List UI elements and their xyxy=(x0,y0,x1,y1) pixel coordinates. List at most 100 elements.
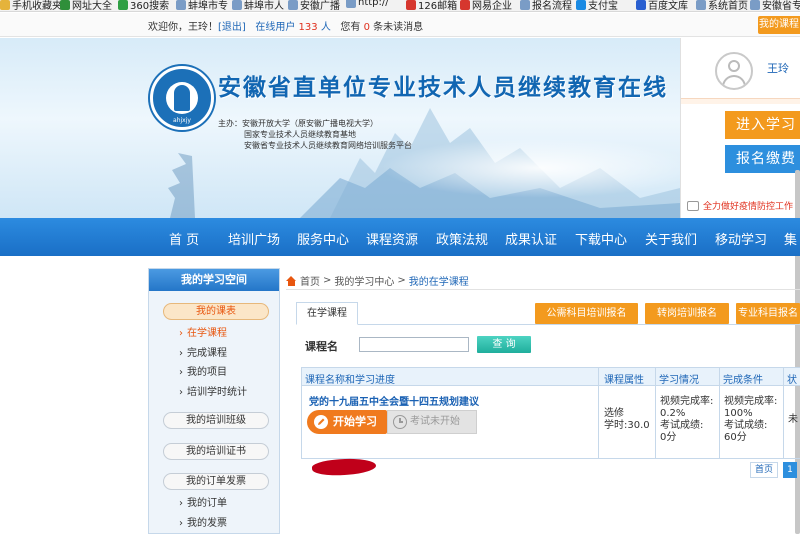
bookmark-item[interactable]: 支付宝 xyxy=(576,0,618,11)
start-learning-button[interactable]: 开始学习 xyxy=(307,410,387,434)
bookmark-item[interactable]: 百度文库 xyxy=(636,0,688,11)
bookmark-label: 网址大全 xyxy=(72,1,112,12)
breadcrumb-separator: > xyxy=(323,275,332,286)
online-users-count: 133 xyxy=(298,22,318,33)
folder-icon xyxy=(0,0,10,10)
breadcrumb-home[interactable]: 首页 xyxy=(300,273,320,288)
pagination-page-1[interactable]: 1 xyxy=(783,462,797,478)
column-header-course: 课程名称和学习进度 xyxy=(305,375,395,386)
search-button[interactable]: 查 询 xyxy=(477,336,531,353)
site-logo[interactable]: ahjxjy xyxy=(150,66,214,130)
main-nav: 首 页 培训广场 服务中心 课程资源 政策法规 成果认证 下载中心 关于我们 移动学习集 xyxy=(0,218,800,256)
video-progress-value: 0.2% xyxy=(660,408,686,419)
notice-bar[interactable]: 全力做好疫情防控工作 xyxy=(687,199,793,212)
sidebar-item-label: 完成课程 xyxy=(187,348,227,359)
welcome-greeting: 欢迎你，王玲！ xyxy=(148,22,218,33)
bookmark-item[interactable]: http:// xyxy=(346,0,389,8)
course-name-label: 课程名 xyxy=(305,340,338,353)
nav-item[interactable]: 关于我们 xyxy=(645,229,697,248)
bookmark-item[interactable]: 报名流程 xyxy=(520,0,572,12)
course-title-link[interactable]: 党的十九届五中全会暨十四五规划建议 xyxy=(309,393,479,408)
bookmark-item[interactable]: 360搜索 xyxy=(118,0,170,12)
column-header-attribute: 课程属性 xyxy=(604,375,644,386)
nav-item[interactable]: 集 xyxy=(784,229,797,248)
breadcrumb-separator: > xyxy=(397,275,406,286)
required-score-value: 60分 xyxy=(724,432,747,443)
professional-subject-register-button[interactable]: 专业科目报名 xyxy=(736,303,800,324)
bookmark-item[interactable]: 网易企业 xyxy=(460,0,512,12)
clock-icon xyxy=(393,415,407,429)
bookmark-item[interactable]: 蚌埠市专 xyxy=(176,0,228,11)
nav-item[interactable]: 培训广场 xyxy=(228,229,280,248)
column-header-status: 状 xyxy=(787,375,797,386)
enter-study-button[interactable]: 进入学习 xyxy=(725,111,800,139)
bookmark-label: 报名流程 xyxy=(532,1,572,12)
exam-score-label: 考试成绩: xyxy=(660,420,704,431)
top-info-bar: 欢迎你，王玲！[退出] 在线用户 133 人 您有 0 条未读消息 我的课程 xyxy=(0,13,800,37)
sidebar-item-label: 我的项目 xyxy=(187,367,227,378)
sidebar-group-orders-invoices[interactable]: 我的订单发票 xyxy=(163,473,269,490)
bookmark-label: 360搜索 xyxy=(130,1,170,12)
sidebar-item-hours-stats[interactable]: › 培训学时统计 xyxy=(179,383,247,398)
exam-not-started-button: 考试未开始 xyxy=(387,410,477,434)
bookmark-item[interactable]: 安徽广播 xyxy=(288,0,340,11)
sidebar-item-in-progress[interactable]: › 在学课程 xyxy=(179,324,227,339)
nav-item[interactable]: 成果认证 xyxy=(505,229,557,248)
bookmark-label: http:// xyxy=(358,0,389,8)
breadcrumb-current: 我的在学课程 xyxy=(408,277,469,288)
sidebar-group-classes[interactable]: 我的培训班级 xyxy=(163,412,269,429)
logo-figure xyxy=(174,85,190,111)
pagination-first[interactable]: 首页 xyxy=(750,462,778,478)
unread-message-count[interactable]: 0 xyxy=(364,22,370,33)
bookmarks-bar: 手机收藏夹 网址大全 360搜索 蚌埠市专 蚌埠市人 安徽广播 http:// 126邮箱 网易… xyxy=(0,0,800,12)
page-icon xyxy=(176,0,186,10)
bookmark-item[interactable]: 蚌埠市人 xyxy=(232,0,284,12)
course-name-input[interactable] xyxy=(359,337,469,352)
learning-space-sidebar: 我的学习空间 我的课表 › 在学课程 › 完成课程 › 我的项目 › 培训学时统计 我的… xyxy=(148,268,280,534)
required-score-label: 考试成绩: xyxy=(724,420,768,431)
page-icon xyxy=(346,0,356,8)
sidebar-item-projects[interactable]: › 我的项目 xyxy=(179,363,227,378)
nav-item[interactable]: 移动学习 xyxy=(715,229,767,248)
sidebar-item-label: 我的订单 xyxy=(187,498,227,509)
sidebar-item-invoices[interactable]: › 我的发票 xyxy=(179,514,227,529)
bookmark-label: 网易企业 xyxy=(472,1,512,12)
nav-item[interactable]: 课程资源 xyxy=(366,229,418,248)
page-icon xyxy=(750,0,760,10)
bookmark-item[interactable]: 网址大全 xyxy=(60,0,112,12)
bookmark-label: 蚌埠市人 xyxy=(244,1,284,12)
sidebar-item-orders[interactable]: › 我的订单 xyxy=(179,494,227,509)
username[interactable]: 王玲 xyxy=(767,60,789,76)
bookmark-item[interactable]: 126邮箱 xyxy=(406,0,457,11)
chevron-right-icon: › xyxy=(179,348,183,359)
attribute-hours: 学时:30.0 xyxy=(604,420,650,431)
public-subject-register-button[interactable]: 公需科目培训报名 xyxy=(535,303,638,324)
sidebar-group-my-schedule[interactable]: 我的课表 xyxy=(163,303,269,320)
logout-link[interactable]: [退出] xyxy=(218,22,246,33)
breadcrumb-learning-center[interactable]: 我的学习中心 xyxy=(334,273,394,288)
nav-item[interactable]: 政策法规 xyxy=(436,229,488,248)
table-header: 课程名称和学习进度 课程属性 学习情况 完成条件 状 xyxy=(302,368,800,386)
speaker-icon xyxy=(687,200,699,211)
bookmark-item[interactable]: 系统首页 xyxy=(696,0,748,11)
my-courses-button[interactable]: 我的课程 xyxy=(758,16,800,34)
nav-item[interactable]: 首 页 xyxy=(169,229,199,248)
tab-in-progress-courses[interactable]: 在学课程 xyxy=(296,302,358,325)
transfer-training-register-button[interactable]: 转岗培训报名 xyxy=(645,303,729,324)
register-pay-button[interactable]: 报名缴费 xyxy=(725,145,800,173)
required-video-label: 视频完成率: xyxy=(724,396,778,407)
sidebar-item-completed[interactable]: › 完成课程 xyxy=(179,344,227,359)
nav-item[interactable]: 下载中心 xyxy=(575,229,627,248)
pay-icon xyxy=(576,0,586,10)
user-avatar-icon[interactable] xyxy=(715,52,753,90)
attribute-type: 选修 xyxy=(604,408,624,419)
sidebar-item-label: 培训学时统计 xyxy=(187,387,247,398)
bookmark-label: 手机收藏夹 xyxy=(12,1,62,12)
nav-item[interactable]: 服务中心 xyxy=(297,229,349,248)
exam-score-value: 0分 xyxy=(660,432,677,443)
bookmark-item[interactable]: 安徽省专 xyxy=(750,0,800,11)
sidebar-group-certificates[interactable]: 我的培训证书 xyxy=(163,443,269,460)
online-users-suffix: 人 xyxy=(320,22,331,33)
message-prefix: 您有 xyxy=(340,22,361,33)
bookmark-item[interactable]: 手机收藏夹 xyxy=(0,0,62,12)
